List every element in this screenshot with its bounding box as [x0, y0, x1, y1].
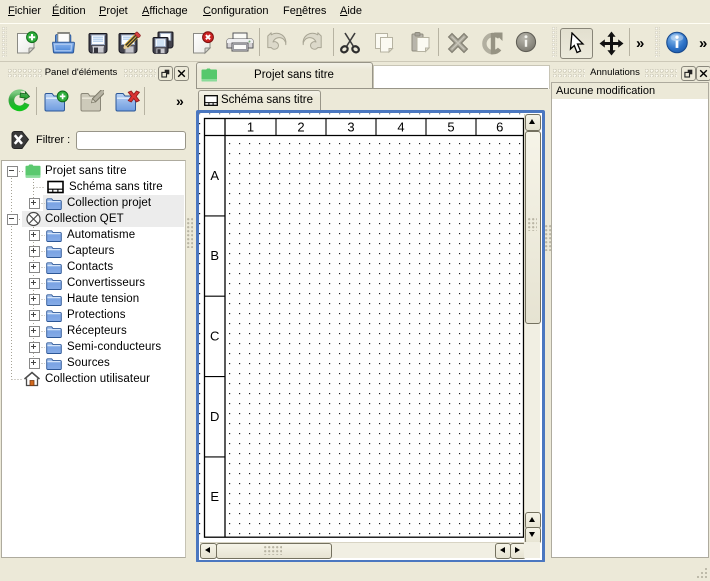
svg-text:6: 6 [496, 119, 503, 134]
svg-text:2: 2 [297, 119, 304, 134]
svg-text:1: 1 [247, 120, 254, 135]
svg-text:E: E [210, 489, 219, 504]
svg-text:A: A [210, 168, 219, 183]
svg-text:D: D [210, 409, 219, 424]
svg-text:4: 4 [397, 119, 404, 134]
svg-text:C: C [210, 329, 219, 344]
svg-text:3: 3 [347, 119, 354, 134]
svg-text:B: B [210, 248, 219, 263]
svg-text:5: 5 [447, 119, 454, 134]
